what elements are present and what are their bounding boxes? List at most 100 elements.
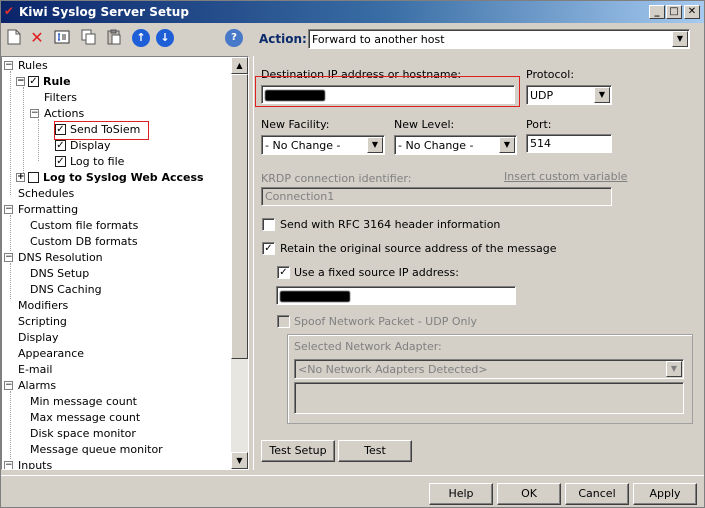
chevron-down-icon[interactable]: ▼ (666, 361, 682, 377)
retain-source-label: Retain the original source address of th… (280, 242, 557, 255)
adapter-label: Selected Network Adapter: (294, 340, 442, 353)
krdp-label: KRDP connection identifier: (261, 172, 412, 185)
settings-tree[interactable]: − Rules − ✓ Rule Filters − Actions ✓ Sen… (1, 56, 249, 470)
tree-connector (23, 87, 24, 177)
maximize-button[interactable]: □ (666, 5, 682, 19)
tree-item-scripting[interactable]: Scripting (18, 314, 67, 330)
tree-item-message-queue-monitor[interactable]: Message queue monitor (30, 442, 163, 458)
new-facility-value: - No Change - (265, 139, 341, 152)
tree-item-schedules[interactable]: Schedules (18, 186, 74, 202)
collapse-icon[interactable]: − (30, 109, 39, 118)
chevron-down-icon[interactable]: ▼ (672, 31, 688, 47)
new-facility-label: New Facility: (261, 118, 330, 131)
port-label: Port: (526, 118, 552, 131)
tree-connector (10, 71, 11, 195)
port-input[interactable]: 514 (526, 134, 612, 153)
collapse-icon[interactable]: − (4, 205, 13, 214)
tree-item-email[interactable]: E-mail (18, 362, 53, 378)
tree-item-disk-space-monitor[interactable]: Disk space monitor (30, 426, 136, 442)
close-button[interactable]: ✕ (684, 5, 700, 19)
chevron-down-icon[interactable]: ▼ (594, 87, 610, 103)
tree-connector (10, 215, 11, 251)
new-level-value: - No Change - (398, 139, 474, 152)
chevron-down-icon[interactable]: ▼ (499, 137, 515, 153)
tree-item-max-message-count[interactable]: Max message count (30, 410, 140, 426)
tree-item-dns-caching[interactable]: DNS Caching (30, 282, 102, 298)
protocol-label: Protocol: (526, 68, 575, 81)
tree-item-display[interactable]: Display (18, 330, 59, 346)
scroll-up-icon[interactable]: ▲ (231, 57, 248, 74)
collapse-icon[interactable]: − (4, 461, 13, 469)
rfc3164-checkbox[interactable] (262, 218, 275, 231)
tree-item-appearance[interactable]: Appearance (18, 346, 84, 362)
copy-icon[interactable] (80, 29, 98, 47)
log-to-file-checkbox[interactable]: ✓ (55, 156, 66, 167)
collapse-icon[interactable]: − (16, 77, 25, 86)
paste-icon[interactable] (105, 29, 123, 47)
tree-item-filters[interactable]: Filters (44, 90, 77, 106)
test-button[interactable]: Test (338, 440, 412, 462)
collapse-icon[interactable]: − (4, 61, 13, 70)
move-up-icon[interactable]: ↑ (132, 29, 150, 47)
action-select-value: Forward to another host (312, 33, 445, 46)
action-select[interactable]: Forward to another host ▼ (308, 29, 690, 49)
apply-button[interactable]: Apply (633, 483, 697, 505)
title-bar[interactable]: ✔ Kiwi Syslog Server Setup _ □ ✕ (1, 1, 704, 23)
pane-divider[interactable] (253, 56, 254, 470)
adapter-details-box (294, 382, 684, 414)
chevron-down-icon[interactable]: ▼ (367, 137, 383, 153)
web-access-checkbox[interactable] (28, 172, 39, 183)
display-checkbox[interactable]: ✓ (55, 140, 66, 151)
insert-custom-variable-link[interactable]: Insert custom variable (504, 170, 627, 183)
protocol-value: UDP (530, 89, 554, 102)
tree-item-modifiers[interactable]: Modifiers (18, 298, 68, 314)
rule-checkbox[interactable]: ✓ (28, 76, 39, 87)
new-level-select[interactable]: - No Change - ▼ (394, 135, 517, 155)
collapse-icon[interactable]: − (4, 253, 13, 262)
fixed-source-checkbox[interactable]: ✓ (277, 266, 290, 279)
footer-divider (1, 475, 704, 476)
rename-icon[interactable] (53, 29, 71, 47)
tree-item-custom-db-formats[interactable]: Custom DB formats (30, 234, 138, 250)
redacted-text (280, 290, 350, 302)
tree-connector (10, 263, 11, 299)
fixed-source-ip-input[interactable] (276, 286, 516, 305)
help-button[interactable]: Help (429, 483, 493, 505)
protocol-select[interactable]: UDP ▼ (526, 85, 612, 105)
toolbar: ✕ ↑ ↓ ? Action: Forward to another host … (1, 25, 704, 53)
tree-scrollbar[interactable]: ▲ ▼ (231, 57, 248, 469)
tree-item-custom-file-formats[interactable]: Custom file formats (30, 218, 138, 234)
minimize-button[interactable]: _ (649, 5, 665, 19)
destination-input[interactable] (261, 85, 515, 104)
adapter-value: <No Network Adapters Detected> (298, 363, 488, 376)
window-title: Kiwi Syslog Server Setup (19, 5, 189, 19)
tree-item-min-message-count[interactable]: Min message count (30, 394, 137, 410)
spoof-packet-checkbox[interactable] (277, 315, 290, 328)
rfc3164-label: Send with RFC 3164 header information (280, 218, 501, 231)
krdp-input[interactable]: Connection1 (261, 187, 612, 206)
help-icon[interactable]: ? (225, 29, 243, 47)
new-facility-select[interactable]: - No Change - ▼ (261, 135, 385, 155)
expand-icon[interactable]: + (16, 173, 25, 182)
setup-window: ✔ Kiwi Syslog Server Setup _ □ ✕ ✕ ↑ ↓ ?… (0, 0, 705, 508)
retain-source-checkbox[interactable]: ✓ (262, 242, 275, 255)
action-label: Action: (259, 32, 307, 46)
cancel-button[interactable]: Cancel (565, 483, 629, 505)
collapse-icon[interactable]: − (4, 381, 13, 390)
new-icon[interactable] (5, 29, 23, 47)
fixed-source-label: Use a fixed source IP address: (294, 266, 459, 279)
scroll-down-icon[interactable]: ▼ (231, 452, 248, 469)
new-level-label: New Level: (394, 118, 455, 131)
move-down-icon[interactable]: ↓ (156, 29, 174, 47)
tree-item-dns-setup[interactable]: DNS Setup (30, 266, 89, 282)
delete-icon[interactable]: ✕ (28, 29, 46, 47)
tree-connector (38, 119, 39, 161)
send-tosiem-checkbox[interactable]: ✓ (55, 124, 66, 135)
scroll-thumb[interactable] (231, 74, 248, 359)
spoof-packet-label: Spoof Network Packet - UDP Only (294, 315, 478, 328)
kiwi-app-icon: ✔ (4, 4, 15, 18)
ok-button[interactable]: OK (497, 483, 561, 505)
adapter-select[interactable]: <No Network Adapters Detected> ▼ (294, 359, 684, 379)
tree-connector (10, 391, 11, 459)
test-setup-button[interactable]: Test Setup (261, 440, 335, 462)
